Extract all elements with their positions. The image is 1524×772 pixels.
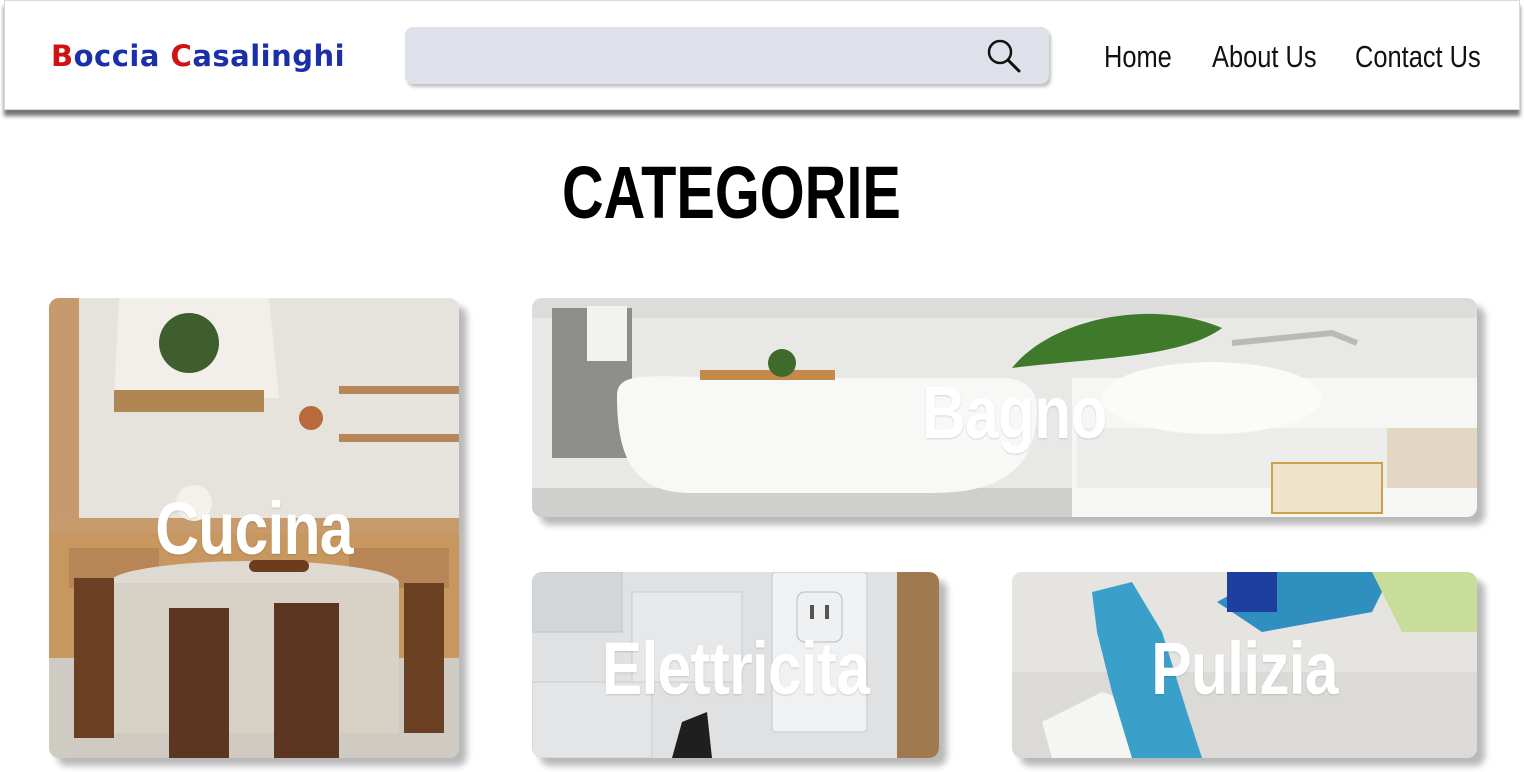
search-bar xyxy=(405,27,1049,84)
category-card-cucina[interactable]: Cucina xyxy=(49,298,459,758)
category-card-pulizia[interactable]: Pulizia xyxy=(1012,572,1477,758)
nav-contact-us-link[interactable]: Contact Us xyxy=(1355,39,1481,75)
site-header: Boccia Casalinghi Home About Us Contact … xyxy=(4,0,1520,110)
search-input[interactable] xyxy=(421,37,981,73)
search-icon[interactable] xyxy=(985,37,1023,75)
logo-initial-b: B xyxy=(51,39,74,73)
nav-about-us-link[interactable]: About Us xyxy=(1212,39,1317,75)
category-card-bagno[interactable]: Bagno xyxy=(532,298,1477,517)
logo-word-boccia: occia xyxy=(73,39,160,73)
category-card-elettricita[interactable]: Elettricita xyxy=(532,572,939,758)
logo-word-casalinghi: asalinghi xyxy=(192,39,346,73)
category-label-pulizia: Pulizia xyxy=(1151,627,1338,710)
brand-logo[interactable]: Boccia Casalinghi xyxy=(51,39,345,73)
category-label-elettricita: Elettricita xyxy=(601,627,870,710)
category-label-bagno: Bagno xyxy=(922,371,1107,454)
nav-home-link[interactable]: Home xyxy=(1104,39,1172,75)
page-title: CATEGORIE xyxy=(562,151,901,234)
logo-initial-c: C xyxy=(170,39,193,73)
category-label-cucina: Cucina xyxy=(155,487,353,570)
